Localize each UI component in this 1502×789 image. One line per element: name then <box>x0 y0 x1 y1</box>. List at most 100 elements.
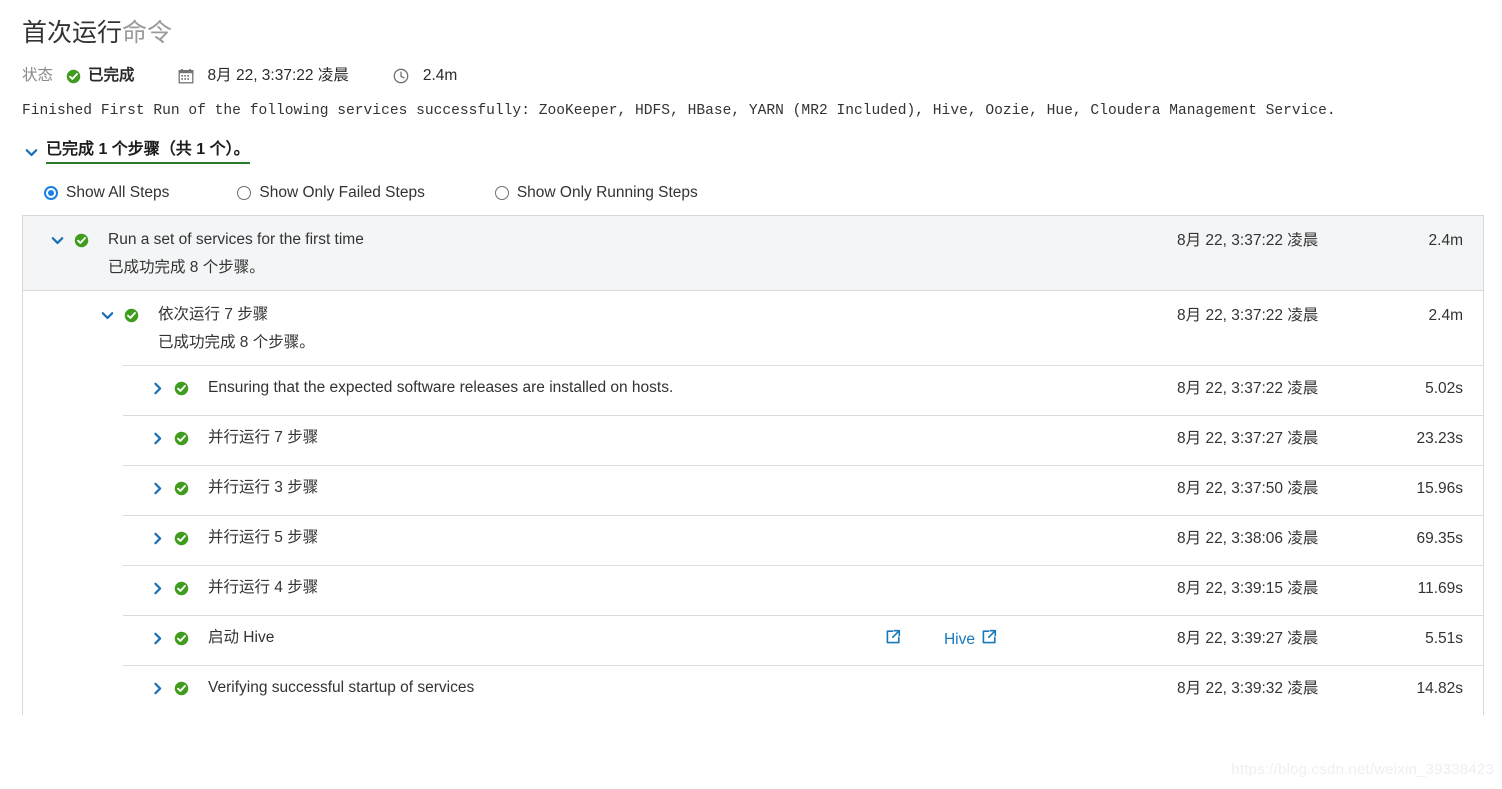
row-divider <box>123 365 1483 366</box>
step-timestamp: 8月 22, 3:38:06 凌晨 <box>1177 530 1319 547</box>
check-circle-icon <box>123 306 139 324</box>
check-circle-icon <box>173 429 189 447</box>
step-filter-radio-group: Show All Steps Show Only Failed Steps Sh… <box>44 184 1502 202</box>
row-divider <box>123 615 1483 616</box>
step-duration: 23.23s <box>1416 430 1464 447</box>
page-title: 首次运行命令 <box>22 16 1502 50</box>
check-circle-icon <box>173 479 189 497</box>
step-main: Run a set of services for the first time… <box>23 230 770 278</box>
radio-label: Show All Steps <box>66 184 170 201</box>
step-label: 并行运行 3 步骤 <box>208 479 319 496</box>
table-row[interactable]: 并行运行 7 步骤 8月 22, 3:37:27 凌晨 23.23s <box>23 415 1483 465</box>
command-description: Finished First Run of the following serv… <box>22 103 1336 119</box>
table-row[interactable]: Ensuring that the expected software rele… <box>23 365 1483 415</box>
status-badge: 已完成 <box>66 66 135 86</box>
step-timestamp: 8月 22, 3:39:15 凌晨 <box>1177 580 1319 597</box>
radio-label: Show Only Failed Steps <box>259 184 425 201</box>
row-divider <box>123 515 1483 516</box>
step-duration: 2.4m <box>1428 307 1464 324</box>
step-label: 依次运行 7 步骤 <box>158 306 269 323</box>
step-timestamp: 8月 22, 3:37:50 凌晨 <box>1177 480 1319 497</box>
table-row[interactable]: 并行运行 5 步骤 8月 22, 3:38:06 凌晨 69.35s <box>23 515 1483 565</box>
step-details-link[interactable] <box>885 629 901 650</box>
step-label: Verifying successful startup of services <box>208 679 475 696</box>
steps-collapse-label[interactable]: 已完成 1 个步骤（共 1 个）。 <box>46 140 250 164</box>
radio-label: Show Only Running Steps <box>516 184 698 201</box>
step-sublabel: 已成功完成 8 个步骤。 <box>158 334 315 351</box>
step-texts: 启动 Hive <box>208 628 274 648</box>
external-link-icon[interactable] <box>981 629 997 650</box>
step-main: 启动 Hive <box>23 628 580 648</box>
step-main: 依次运行 7 步骤 已成功完成 8 个步骤。 <box>23 305 746 353</box>
step-main: 并行运行 3 步骤 <box>23 478 748 498</box>
table-row[interactable]: 启动 Hive Hive 8月 22, 3:39:27 凌晨 5.51s <box>23 615 1483 665</box>
step-duration: 5.02s <box>1425 380 1463 397</box>
chevron-right-icon[interactable] <box>149 529 165 547</box>
step-duration: 5.51s <box>1425 630 1463 647</box>
radio-show-only-failed-steps[interactable]: Show Only Failed Steps <box>237 184 425 202</box>
external-link-icon[interactable] <box>885 629 901 650</box>
chevron-down-icon[interactable] <box>99 306 115 324</box>
step-main: 并行运行 7 步骤 <box>23 428 748 448</box>
step-texts: 并行运行 3 步骤 <box>208 478 318 498</box>
chevron-down-icon[interactable] <box>22 143 40 161</box>
radio-show-only-running-steps[interactable]: Show Only Running Steps <box>494 184 698 202</box>
step-texts: 并行运行 4 步骤 <box>208 578 318 598</box>
check-circle-icon <box>73 231 89 249</box>
step-links: Hive <box>885 628 997 650</box>
started-at-value: 8月 22, 3:37:22 凌晨 <box>207 67 349 84</box>
step-duration: 15.96s <box>1416 480 1464 497</box>
step-texts: Ensuring that the expected software rele… <box>208 378 673 398</box>
watermark: https://blog.csdn.net/weixin_39338423 <box>1231 761 1494 778</box>
row-divider <box>123 565 1483 566</box>
radio-indicator[interactable] <box>237 186 252 200</box>
duration-group: 2.4m <box>393 66 457 86</box>
step-texts: 并行运行 7 步骤 <box>208 428 318 448</box>
steps-list: Run a set of services for the first time… <box>22 215 1484 715</box>
table-row[interactable]: 并行运行 3 步骤 8月 22, 3:37:50 凌晨 15.96s <box>23 465 1483 515</box>
step-texts: 依次运行 7 步骤 已成功完成 8 个步骤。 <box>158 305 315 353</box>
step-label: Ensuring that the expected software rele… <box>208 379 674 396</box>
step-label: 并行运行 7 步骤 <box>208 429 319 446</box>
radio-indicator[interactable] <box>494 186 509 200</box>
step-timestamp: 8月 22, 3:37:22 凌晨 <box>1177 380 1319 397</box>
step-duration: 69.35s <box>1416 530 1464 547</box>
hive-link-label: Hive <box>943 630 975 648</box>
step-label: 并行运行 5 步骤 <box>208 529 319 546</box>
step-main: Ensuring that the expected software rele… <box>23 378 925 398</box>
chevron-down-icon[interactable] <box>49 231 65 249</box>
status-label: 状态 <box>22 67 54 84</box>
table-row[interactable]: 并行运行 4 步骤 8月 22, 3:39:15 凌晨 11.69s <box>23 565 1483 615</box>
page-title-suffix: 命令 <box>122 19 173 47</box>
check-circle-icon <box>173 579 189 597</box>
chevron-right-icon[interactable] <box>149 579 165 597</box>
step-texts: Verifying successful startup of services <box>208 678 474 698</box>
step-label: 启动 Hive <box>208 629 275 646</box>
table-row[interactable]: Verifying successful startup of services… <box>23 665 1483 715</box>
chevron-right-icon[interactable] <box>149 379 165 397</box>
chevron-right-icon[interactable] <box>149 679 165 697</box>
step-duration: 14.82s <box>1416 680 1464 697</box>
table-row[interactable]: 依次运行 7 步骤 已成功完成 8 个步骤。 8月 22, 3:37:22 凌晨… <box>23 291 1483 365</box>
step-texts: 并行运行 5 步骤 <box>208 528 318 548</box>
radio-indicator-selected[interactable] <box>44 186 58 200</box>
step-timestamp: 8月 22, 3:39:27 凌晨 <box>1177 630 1319 647</box>
step-duration: 11.69s <box>1417 580 1464 597</box>
page-header: 首次运行命令 状态 已完成 8月 22, 3:37:22 凌晨 2.4m <box>0 0 1502 86</box>
steps-collapse-header[interactable]: 已完成 1 个步骤（共 1 个）。 <box>22 140 1502 164</box>
step-duration: 2.4m <box>1428 232 1463 249</box>
step-sublabel: 已成功完成 8 个步骤。 <box>108 259 265 276</box>
row-divider <box>123 665 1483 666</box>
chevron-right-icon[interactable] <box>149 429 165 447</box>
hive-service-link[interactable]: Hive <box>944 629 997 650</box>
check-circle-icon <box>173 529 189 547</box>
row-divider <box>123 465 1483 466</box>
check-circle-icon <box>173 679 189 697</box>
chevron-right-icon[interactable] <box>149 629 165 647</box>
table-row[interactable]: Run a set of services for the first time… <box>23 215 1483 291</box>
chevron-right-icon[interactable] <box>149 479 165 497</box>
radio-show-all-steps[interactable]: Show All Steps <box>44 184 169 202</box>
clock-icon <box>393 68 409 84</box>
step-timestamp: 8月 22, 3:37:22 凌晨 <box>1177 307 1319 324</box>
status-bar: 状态 已完成 8月 22, 3:37:22 凌晨 2.4m <box>22 66 1502 86</box>
